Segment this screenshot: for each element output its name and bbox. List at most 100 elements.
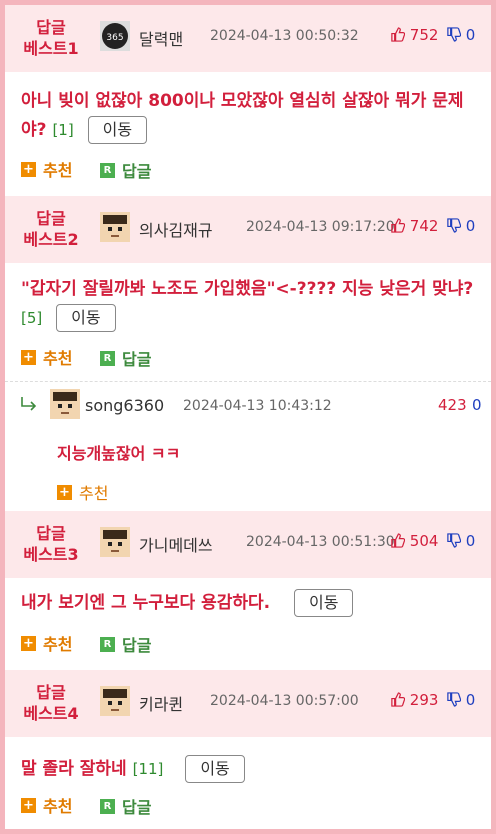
reply-button[interactable]: R 답글	[100, 346, 151, 370]
reply-actions: + 추천	[57, 480, 130, 504]
comment-panel: 답글 베스트1 365 달력맨 2024-04-13 00:50:32 752 …	[0, 0, 496, 834]
badge-line2: 베스트3	[23, 545, 79, 564]
downvote[interactable]: 0	[446, 217, 475, 235]
downvote[interactable]: 0	[446, 532, 475, 550]
plus-icon: +	[21, 635, 36, 651]
thumbs-down-icon	[447, 218, 461, 233]
avatar[interactable]: 365	[100, 21, 130, 51]
upvote-count: 293	[409, 691, 439, 709]
best-badge: 답글 베스트4	[5, 682, 97, 724]
comment-text: 내가 보기엔 그 누구보다 용감하다.	[21, 593, 271, 613]
recommend-label: 추천	[43, 161, 73, 180]
comment-header: 답글 베스트1 365 달력맨 2024-04-13 00:50:32 752 …	[5, 5, 491, 72]
timestamp: 2024-04-13 00:51:30	[246, 534, 395, 550]
plus-icon: +	[21, 161, 36, 177]
r-icon: R	[100, 636, 116, 652]
avatar[interactable]	[100, 686, 130, 716]
badge-line1: 답글	[36, 524, 66, 543]
comment-actions: + 추천 R 답글	[21, 345, 173, 370]
recommend-button[interactable]: + 추천	[21, 631, 72, 655]
badge-line2: 베스트2	[23, 230, 79, 249]
move-button[interactable]: 이동	[185, 755, 245, 783]
downvote-count[interactable]: 0	[472, 396, 482, 414]
recommend-button[interactable]: + 추천	[57, 480, 108, 504]
comment-actions: + 추천 R 답글	[21, 793, 173, 818]
timestamp: 2024-04-13 09:17:20	[246, 219, 395, 235]
comment-text: "갑자기 잘릴까봐 노조도 가입했음"<-???? 지능 낮은거 맞냐?	[21, 279, 474, 299]
upvote[interactable]: 293	[390, 691, 438, 709]
reply-label: 답글	[122, 798, 152, 817]
comment-body: "갑자기 잘릴까봐 노조도 가입했음"<-???? 지능 낮은거 맞냐? [5]…	[21, 275, 477, 333]
avatar[interactable]	[100, 527, 130, 557]
timestamp: 2024-04-13 00:50:32	[210, 28, 359, 44]
plus-icon: +	[57, 484, 72, 500]
upvote-count: 504	[409, 532, 439, 550]
upvote-count: 742	[409, 217, 439, 235]
recommend-button[interactable]: + 추천	[21, 793, 72, 817]
best-badge: 답글 베스트2	[5, 208, 97, 250]
upvote-count: 752	[409, 26, 439, 44]
badge-line2: 베스트1	[23, 39, 79, 58]
svg-text:365: 365	[106, 33, 123, 43]
divider	[5, 381, 491, 382]
comment-actions: + 추천 R 답글	[21, 157, 173, 182]
nickname[interactable]: 달력맨	[139, 26, 183, 50]
thumbs-up-icon	[391, 533, 405, 548]
thumbs-up-icon	[391, 218, 405, 233]
nickname[interactable]: 의사김재규	[139, 217, 213, 241]
downvote[interactable]: 0	[446, 691, 475, 709]
nickname[interactable]: 가니메데쓰	[139, 532, 213, 556]
recommend-label: 추천	[43, 635, 73, 654]
best-badge: 답글 베스트3	[5, 523, 97, 565]
reply-text: 지능개높잖어 ㅋㅋ	[57, 444, 181, 463]
move-button[interactable]: 이동	[56, 304, 116, 332]
reply-count: [11]	[132, 760, 164, 778]
badge-line1: 답글	[36, 683, 66, 702]
nickname[interactable]: 키라퀸	[139, 691, 183, 715]
thumbs-up-icon	[391, 27, 405, 42]
recommend-label: 추천	[43, 349, 73, 368]
avatar[interactable]	[100, 212, 130, 242]
plus-icon: +	[21, 797, 36, 813]
upvote[interactable]: 752	[390, 26, 438, 44]
comment-header: 답글 베스트3 가니메데쓰 2024-04-13 00:51:30 504 0	[5, 511, 491, 578]
thumbs-up-icon	[391, 692, 405, 707]
r-icon: R	[100, 350, 116, 366]
comment-actions: + 추천 R 답글	[21, 631, 173, 656]
avatar[interactable]	[50, 389, 80, 419]
downvote-count: 0	[465, 217, 476, 235]
comment-body: 내가 보기엔 그 누구보다 용감하다. 이동	[21, 589, 477, 618]
comment-header: 답글 베스트2 의사김재규 2024-04-13 09:17:20 742 0	[5, 196, 491, 263]
timestamp: 2024-04-13 10:43:12	[183, 398, 332, 414]
comment-header: 답글 베스트4 키라퀸 2024-04-13 00:57:00 293 0	[5, 670, 491, 737]
recommend-button[interactable]: + 추천	[21, 157, 72, 181]
reply-button[interactable]: R 답글	[100, 632, 151, 656]
move-button[interactable]: 이동	[87, 116, 148, 144]
upvote-count[interactable]: 423	[438, 396, 467, 414]
thumbs-down-icon	[447, 27, 461, 42]
reply-button[interactable]: R 답글	[100, 158, 151, 182]
comment-text: 말 졸라 잘하네	[21, 759, 127, 779]
reply-label: 답글	[122, 350, 152, 369]
move-button[interactable]: 이동	[294, 589, 354, 617]
comment-body: 말 졸라 잘하네 [11] 이동	[21, 755, 477, 784]
timestamp: 2024-04-13 00:57:00	[210, 693, 359, 709]
upvote[interactable]: 742	[390, 217, 438, 235]
downvote-count: 0	[465, 691, 476, 709]
nickname[interactable]: song6360	[85, 396, 164, 415]
thumbs-down-icon	[447, 533, 461, 548]
recommend-label: 추천	[79, 484, 109, 503]
best-badge: 답글 베스트1	[5, 17, 97, 59]
r-icon: R	[100, 162, 116, 178]
upvote[interactable]: 504	[390, 532, 438, 550]
downvote-count: 0	[465, 26, 476, 44]
reply-button[interactable]: R 답글	[100, 794, 151, 818]
reply-label: 답글	[122, 162, 152, 181]
downvote[interactable]: 0	[446, 26, 475, 44]
badge-line1: 답글	[36, 18, 66, 37]
thumbs-down-icon	[447, 692, 461, 707]
r-icon: R	[100, 798, 116, 814]
plus-icon: +	[21, 349, 36, 365]
reply-label: 답글	[122, 636, 152, 655]
recommend-button[interactable]: + 추천	[21, 345, 72, 369]
